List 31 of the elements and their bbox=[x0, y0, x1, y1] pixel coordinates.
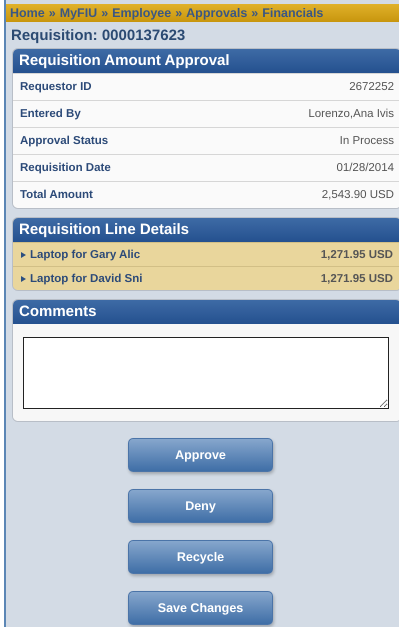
action-button[interactable]: Save Changes bbox=[128, 591, 273, 625]
breadcrumb-link[interactable]: Employee bbox=[112, 6, 172, 20]
page-title: Requisition: 0000137623 bbox=[10, 26, 186, 46]
action-button[interactable]: Recycle bbox=[128, 540, 273, 574]
action-button[interactable]: Approve bbox=[128, 438, 273, 472]
breadcrumb-link[interactable]: Approvals bbox=[186, 6, 248, 20]
breadcrumb-separator: » bbox=[175, 6, 182, 20]
breadcrumb-link[interactable]: Home bbox=[10, 6, 45, 20]
breadcrumb-separator: » bbox=[101, 6, 108, 20]
field-value: In Process bbox=[340, 135, 394, 147]
breadcrumb-separator: » bbox=[251, 6, 258, 20]
breadcrumb-link[interactable]: MyFIU bbox=[60, 6, 98, 20]
field-label: Approval Status bbox=[20, 135, 108, 147]
comments-field[interactable] bbox=[23, 337, 389, 409]
field-label: Requestor ID bbox=[20, 81, 92, 93]
line-item[interactable]: Laptop for David Sni 1,271.95 USD bbox=[13, 266, 399, 290]
breadcrumb-separator: » bbox=[48, 6, 56, 20]
expand-arrow-icon bbox=[21, 252, 26, 258]
panel-header: Requisition Line Details bbox=[13, 218, 399, 242]
field-value: Lorenzo,Ana Ivis bbox=[308, 108, 394, 120]
field-value: 2,543.90 USD bbox=[322, 189, 394, 201]
panel-header: Requisition Amount Approval bbox=[13, 49, 399, 73]
expand-arrow-icon bbox=[21, 276, 26, 282]
field-label: Total Amount bbox=[20, 189, 93, 201]
field-label: Requisition Date bbox=[20, 162, 111, 174]
field-value: 2672252 bbox=[349, 81, 394, 93]
panel-header: Comments bbox=[13, 300, 399, 324]
field-value: 01/28/2014 bbox=[336, 162, 394, 174]
field-label: Entered By bbox=[20, 108, 81, 120]
action-button[interactable]: Deny bbox=[128, 489, 273, 523]
breadcrumb-link[interactable]: Financials bbox=[262, 6, 324, 20]
